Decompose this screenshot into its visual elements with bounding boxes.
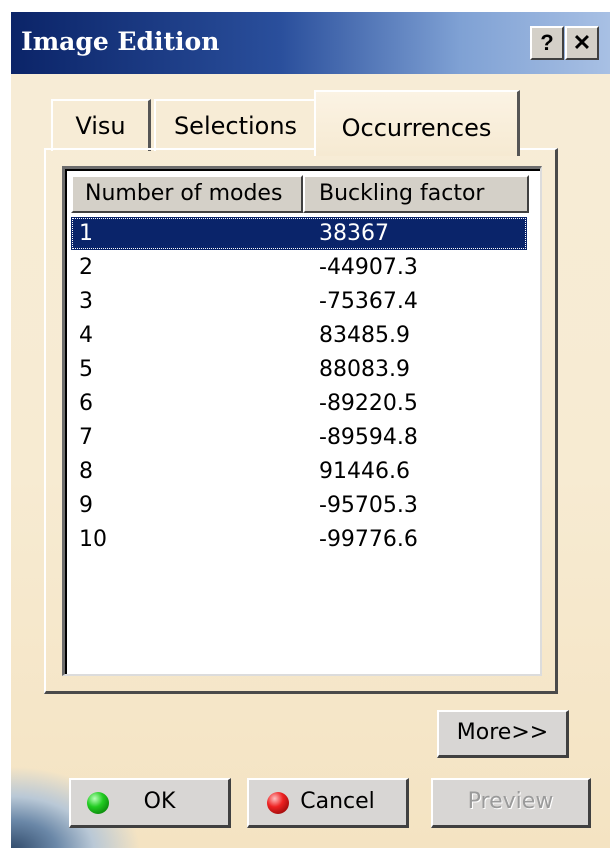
table-row[interactable]: 1 38367 bbox=[71, 217, 527, 250]
help-button[interactable]: ? bbox=[530, 26, 564, 60]
mode-number: 1 bbox=[79, 221, 93, 246]
ok-button[interactable]: OK bbox=[69, 778, 231, 828]
table-row[interactable]: 8 91446.6 bbox=[71, 455, 527, 488]
modes-list[interactable]: Number of modes Buckling factor 1 38367 … bbox=[62, 166, 542, 676]
mode-number: 8 bbox=[79, 459, 93, 484]
mode-number: 7 bbox=[79, 425, 93, 450]
column-header-buckling-factor[interactable]: Buckling factor bbox=[303, 175, 529, 213]
column-header-modes[interactable]: Number of modes bbox=[71, 175, 303, 213]
close-button[interactable]: ✕ bbox=[565, 26, 599, 60]
table-row[interactable]: 10 -99776.6 bbox=[71, 523, 527, 556]
table-row[interactable]: 6 -89220.5 bbox=[71, 387, 527, 420]
tab-occurrences[interactable]: Occurrences bbox=[314, 90, 520, 156]
image-edition-dialog: Image Edition ? ✕ Visu Selections Occurr… bbox=[9, 10, 610, 848]
title-bar[interactable]: Image Edition ? ✕ bbox=[11, 12, 610, 74]
table-row[interactable]: 3 -75367.4 bbox=[71, 285, 527, 318]
buckling-factor: 83485.9 bbox=[319, 323, 410, 348]
red-light-icon bbox=[267, 792, 289, 814]
buckling-factor: -95705.3 bbox=[319, 493, 418, 518]
table-row[interactable]: 4 83485.9 bbox=[71, 319, 527, 352]
tab-selections[interactable]: Selections bbox=[154, 99, 318, 151]
buckling-factor: -89220.5 bbox=[319, 391, 418, 416]
table-row[interactable]: 5 88083.9 bbox=[71, 353, 527, 386]
mode-number: 2 bbox=[79, 255, 93, 280]
table-row[interactable]: 2 -44907.3 bbox=[71, 251, 527, 284]
buckling-factor: -99776.6 bbox=[319, 527, 418, 552]
table-row[interactable]: 7 -89594.8 bbox=[71, 421, 527, 454]
table-row[interactable]: 9 -95705.3 bbox=[71, 489, 527, 522]
buckling-factor: -75367.4 bbox=[319, 289, 418, 314]
tab-visu[interactable]: Visu bbox=[51, 99, 151, 151]
mode-number: 10 bbox=[79, 527, 107, 552]
more-button[interactable]: More>> bbox=[437, 710, 569, 758]
cancel-label: Cancel bbox=[300, 789, 375, 814]
mode-number: 3 bbox=[79, 289, 93, 314]
modes-list-frame: Number of modes Buckling factor 1 38367 … bbox=[65, 169, 540, 674]
green-light-icon bbox=[87, 792, 109, 814]
occurrences-panel: Number of modes Buckling factor 1 38367 … bbox=[44, 148, 558, 694]
window-title: Image Edition bbox=[21, 27, 220, 56]
mode-number: 9 bbox=[79, 493, 93, 518]
mode-number: 4 bbox=[79, 323, 93, 348]
mode-number: 6 bbox=[79, 391, 93, 416]
buckling-factor: 91446.6 bbox=[319, 459, 410, 484]
buckling-factor: -89594.8 bbox=[319, 425, 418, 450]
buckling-factor: 38367 bbox=[319, 221, 389, 246]
buckling-factor: -44907.3 bbox=[319, 255, 418, 280]
cancel-button[interactable]: Cancel bbox=[247, 778, 409, 828]
ok-label: OK bbox=[143, 789, 176, 814]
buckling-factor: 88083.9 bbox=[319, 357, 410, 382]
mode-number: 5 bbox=[79, 357, 93, 382]
preview-button[interactable]: Preview bbox=[431, 778, 591, 828]
